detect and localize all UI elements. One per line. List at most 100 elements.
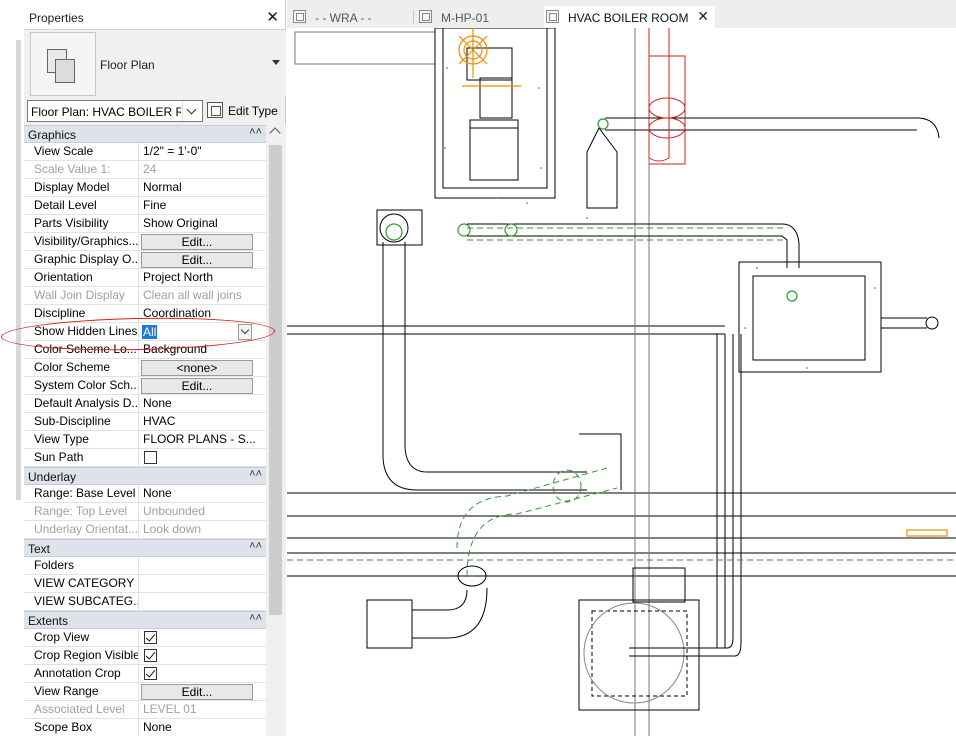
collapse-icon[interactable]: ˄˄ (249, 468, 262, 480)
property-value[interactable]: Project North (140, 269, 266, 287)
property-row[interactable]: Associated Level LEVEL 01 (24, 701, 266, 719)
property-value[interactable]: Show Original (140, 215, 266, 233)
property-value[interactable]: HVAC (140, 413, 266, 431)
property-row[interactable]: Scale Value 1: 24 (24, 161, 266, 179)
property-value[interactable] (140, 593, 266, 611)
scroll-thumb[interactable] (269, 145, 282, 615)
property-name: Orientation (24, 269, 139, 287)
type-dropdown-arrow-icon[interactable] (272, 60, 280, 65)
property-select[interactable]: All (141, 324, 252, 340)
property-value[interactable] (140, 557, 266, 575)
property-row[interactable]: Underlay Orientat... Look down (24, 521, 266, 539)
property-row[interactable]: Color Scheme <none> (24, 359, 266, 377)
chevron-down-icon[interactable] (238, 324, 252, 340)
type-selector[interactable]: Floor Plan (24, 30, 286, 96)
tab-hvac-boiler-room[interactable]: HVAC BOILER ROOM ✕ (544, 6, 715, 28)
section-title: Graphics (28, 128, 77, 142)
property-value[interactable]: Background (140, 341, 266, 359)
property-row[interactable]: System Color Sch... Edit... (24, 377, 266, 395)
property-row[interactable]: Default Analysis D... None (24, 395, 266, 413)
floor-plan-type-icon (30, 32, 96, 96)
property-checkbox[interactable] (144, 451, 157, 464)
collapse-icon[interactable]: ˄˄ (249, 126, 262, 138)
tab-m-hp-01[interactable]: M-HP-01 (417, 6, 537, 28)
property-row[interactable]: Display Model Normal (24, 179, 266, 197)
property-value[interactable]: 1/2" = 1'-0" (140, 143, 266, 161)
property-row[interactable]: Parts Visibility Show Original (24, 215, 266, 233)
property-checkbox[interactable] (144, 667, 157, 680)
left-scroll-strip (0, 0, 24, 736)
property-checkbox[interactable] (144, 631, 157, 644)
property-name: Range: Base Level (24, 485, 139, 503)
instance-selector-row: Floor Plan: HVAC BOILER ROOM Edit Type (24, 99, 286, 125)
property-row[interactable]: Show Hidden Lines All (24, 323, 266, 341)
close-icon[interactable]: ✕ (697, 8, 709, 25)
section-extents[interactable]: Extents ˄˄ (24, 611, 266, 629)
property-value[interactable]: None (140, 485, 266, 503)
property-row[interactable]: Color Scheme Lo... Background (24, 341, 266, 359)
property-row[interactable]: Sun Path (24, 449, 266, 467)
chevron-down-icon[interactable] (182, 101, 202, 121)
property-name: Default Analysis D... (24, 395, 139, 413)
property-row[interactable]: Visibility/Graphics... Edit... (24, 233, 266, 251)
tab-wra[interactable]: - - WRA - - (291, 6, 411, 28)
property-row[interactable]: Discipline Coordination (24, 305, 266, 323)
property-row[interactable]: VIEW SUBCATEG... (24, 593, 266, 611)
instance-selector[interactable]: Floor Plan: HVAC BOILER ROOM (27, 100, 203, 122)
property-row[interactable]: Wall Join Display Clean all wall joins (24, 287, 266, 305)
collapse-icon[interactable]: ˄˄ (249, 540, 262, 552)
section-title: Underlay (28, 470, 77, 484)
property-name: Associated Level (24, 701, 139, 719)
properties-grid: Graphics ˄˄ View Scale 1/2" = 1'-0" Scale Va… (24, 125, 286, 736)
property-edit-button[interactable]: <none> (141, 360, 253, 376)
collapse-icon[interactable]: ˄˄ (249, 612, 262, 624)
property-row[interactable]: Detail Level Fine (24, 197, 266, 215)
section-text[interactable]: Text ˄˄ (24, 539, 266, 557)
property-value[interactable]: None (140, 719, 266, 736)
property-edit-button[interactable]: Edit... (141, 378, 253, 394)
property-row[interactable]: Sub-Discipline HVAC (24, 413, 266, 431)
property-value[interactable]: Fine (140, 197, 266, 215)
property-row[interactable]: Crop Region Visible (24, 647, 266, 665)
edit-type-button[interactable]: Edit Type (207, 100, 285, 122)
property-value[interactable]: FLOOR PLANS - S... (140, 431, 266, 449)
property-edit-button[interactable]: Edit... (141, 252, 253, 268)
property-row[interactable]: Crop View (24, 629, 266, 647)
property-row[interactable]: VIEW CATEGORY (24, 575, 266, 593)
property-value[interactable]: None (140, 395, 266, 413)
property-value: Look down (143, 522, 202, 536)
property-edit-button[interactable]: Edit... (141, 684, 253, 700)
property-row[interactable]: Range: Top Level Unbounded (24, 503, 266, 521)
property-row[interactable]: View Range Edit... (24, 683, 266, 701)
property-edit-button[interactable]: Edit... (141, 234, 253, 250)
property-name: Sub-Discipline (24, 413, 139, 431)
property-name: Scope Box (24, 719, 139, 736)
property-value[interactable] (140, 575, 266, 593)
properties-scrollbar[interactable] (266, 125, 286, 736)
property-checkbox[interactable] (144, 649, 157, 662)
drawing-canvas[interactable] (287, 28, 956, 736)
property-name: View Scale (24, 143, 139, 161)
properties-palette: Properties ✕ Floor Plan Floor Plan: HVAC… (24, 0, 286, 736)
property-row[interactable]: Scope Box None (24, 719, 266, 736)
left-scroll-grip[interactable] (16, 40, 21, 500)
type-name: Floor Plan (100, 58, 155, 72)
properties-grid-body: Graphics ˄˄ View Scale 1/2" = 1'-0" Scale Va… (24, 125, 266, 736)
revit-window: Properties ✕ Floor Plan Floor Plan: HVAC… (0, 0, 956, 736)
property-row[interactable]: View Scale 1/2" = 1'-0" (24, 143, 266, 161)
instance-selector-value: Floor Plan: HVAC BOILER ROOM (31, 105, 181, 119)
section-underlay[interactable]: Underlay ˄˄ (24, 467, 266, 485)
section-graphics[interactable]: Graphics ˄˄ (24, 125, 266, 143)
property-row[interactable]: View Type FLOOR PLANS - S... (24, 431, 266, 449)
property-row[interactable]: Folders (24, 557, 266, 575)
property-name: Range: Top Level (24, 503, 139, 521)
properties-title-bar: Properties ✕ (24, 0, 285, 30)
property-row[interactable]: Graphic Display O... Edit... (24, 251, 266, 269)
property-row[interactable]: Range: Base Level None (24, 485, 266, 503)
property-value[interactable]: Normal (140, 179, 266, 197)
property-row[interactable]: Orientation Project North (24, 269, 266, 287)
property-value[interactable]: Coordination (140, 305, 266, 323)
property-row[interactable]: Annotation Crop (24, 665, 266, 683)
close-icon[interactable]: ✕ (266, 8, 279, 26)
scroll-up-icon[interactable] (269, 127, 281, 139)
